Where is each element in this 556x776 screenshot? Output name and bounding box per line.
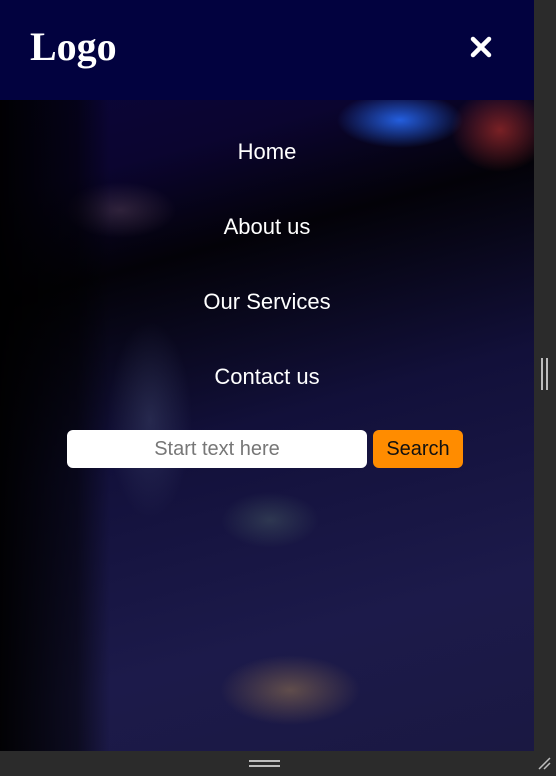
nav-item-about-us[interactable]: About us bbox=[0, 214, 534, 240]
search-button[interactable]: Search bbox=[373, 430, 463, 468]
nav-item-contact-us[interactable]: Contact us bbox=[0, 364, 534, 390]
horizontal-resize-handle[interactable] bbox=[249, 760, 280, 767]
resize-grip-icon bbox=[538, 757, 551, 770]
search-input[interactable] bbox=[67, 430, 367, 468]
resize-corner-handle[interactable] bbox=[536, 755, 552, 771]
top-header: Logo bbox=[0, 0, 534, 100]
logo[interactable]: Logo bbox=[30, 24, 117, 70]
mobile-viewport: Logo Home About us Our Services Contact … bbox=[0, 0, 534, 751]
close-menu-button[interactable] bbox=[468, 34, 494, 60]
nav-item-our-services[interactable]: Our Services bbox=[0, 289, 534, 315]
vertical-resize-handle[interactable] bbox=[541, 358, 548, 390]
nav-item-home[interactable]: Home bbox=[0, 139, 534, 165]
close-icon bbox=[470, 36, 492, 58]
